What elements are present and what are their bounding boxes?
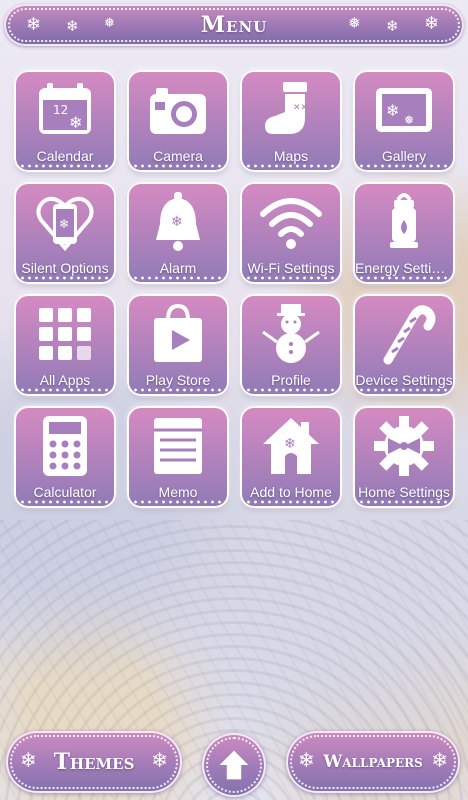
app-tile-all-apps[interactable]: All Apps — [14, 294, 116, 396]
snowflake-icon: ❄ — [151, 750, 168, 772]
wifi-icon — [240, 192, 342, 252]
svg-text:❄: ❄ — [284, 435, 296, 451]
svg-text:❅: ❅ — [404, 113, 414, 127]
candy-cane-icon — [353, 304, 455, 365]
svg-text:❄: ❄ — [171, 213, 183, 229]
snowflake-icon: ❄ — [386, 18, 399, 35]
menu-header: ❄ ❄ ❅ Menu ❅ ❄ ❄ — [4, 4, 464, 46]
house-icon: ❄ — [240, 416, 342, 476]
app-tile-calculator[interactable]: Calculator — [14, 406, 116, 508]
gear-bow-icon — [353, 416, 455, 476]
app-tile-alarm[interactable]: ❄ Alarm — [127, 182, 229, 284]
app-label: Silent Options — [21, 260, 109, 276]
app-tile-gallery[interactable]: ❄ ❅ Gallery — [353, 70, 455, 172]
bell-icon: ❄ — [127, 192, 229, 252]
app-label: Energy Settings — [355, 260, 453, 276]
snowman-icon — [240, 304, 342, 364]
snowflake-icon: ❄ — [66, 18, 79, 35]
snowflake-icon: ❄ — [424, 13, 440, 33]
snowflake-icon: ❄ — [20, 750, 37, 772]
app-label: Camera — [153, 148, 203, 164]
app-label: Play Store — [145, 372, 211, 388]
lantern-icon — [353, 192, 455, 252]
app-tile-home-settings[interactable]: Home Settings — [353, 406, 455, 508]
page-title: Menu — [200, 12, 268, 38]
svg-text:❄: ❄ — [69, 115, 82, 132]
snowflake-icon: ❄ — [298, 750, 315, 772]
app-grid-icon — [14, 304, 116, 364]
themes-button[interactable]: ❄ Themes ❄ — [6, 731, 182, 793]
app-label: Wi-Fi Settings — [247, 260, 335, 276]
snowflake-icon: ❅ — [104, 15, 115, 30]
app-label: Alarm — [159, 260, 197, 276]
app-label: Calculator — [33, 484, 97, 500]
home-arrow-icon — [219, 750, 249, 780]
camera-icon — [127, 80, 229, 140]
snowflake-icon: ❅ — [348, 15, 361, 32]
app-label: Device Settings — [355, 372, 453, 388]
app-label: Maps — [273, 148, 309, 164]
app-tile-memo[interactable]: Memo — [127, 406, 229, 508]
svg-text:12: 12 — [53, 103, 68, 117]
app-tile-profile[interactable]: Profile — [240, 294, 342, 396]
svg-text:✕✕: ✕✕ — [293, 103, 308, 113]
home-button[interactable] — [202, 733, 266, 797]
snowflake-icon: ❄ — [431, 750, 448, 772]
picture-frame-icon: ❄ ❅ — [353, 80, 455, 140]
app-tile-calendar[interactable]: 12 ❄ Calendar — [14, 70, 116, 172]
app-tile-camera[interactable]: Camera — [127, 70, 229, 172]
wallpapers-button[interactable]: ❄ Wallpapers ❄ — [286, 731, 460, 793]
app-tile-maps[interactable]: ✕✕ Maps — [240, 70, 342, 172]
notepad-icon — [127, 416, 229, 476]
app-label: Home Settings — [358, 484, 450, 500]
wallpapers-label: Wallpapers — [323, 752, 423, 772]
app-tile-device-settings[interactable]: Device Settings — [353, 294, 455, 396]
themes-label: Themes — [53, 749, 135, 775]
calendar-icon: 12 ❄ — [14, 80, 116, 140]
app-tile-add-to-home[interactable]: ❄ Add to Home — [240, 406, 342, 508]
phone-heart-icon: ❄ — [14, 192, 116, 252]
app-label: Gallery — [381, 148, 427, 164]
app-label: All Apps — [39, 372, 91, 388]
svg-text:❄: ❄ — [386, 103, 399, 120]
app-label: Profile — [271, 372, 311, 388]
snowflake-icon: ❄ — [26, 14, 42, 34]
app-label: Memo — [158, 484, 198, 500]
app-tile-silent-options[interactable]: ❄ Silent Options — [14, 182, 116, 284]
stocking-icon: ✕✕ — [240, 80, 342, 140]
app-label: Add to Home — [250, 484, 332, 500]
app-tile-energy-settings[interactable]: Energy Settings — [353, 182, 455, 284]
shopping-bag-play-icon — [127, 303, 229, 364]
app-label: Calendar — [36, 148, 94, 164]
app-tile-wifi-settings[interactable]: Wi-Fi Settings — [240, 182, 342, 284]
app-tile-play-store[interactable]: Play Store — [127, 294, 229, 396]
calculator-icon — [14, 416, 116, 476]
svg-text:❄: ❄ — [59, 217, 69, 231]
